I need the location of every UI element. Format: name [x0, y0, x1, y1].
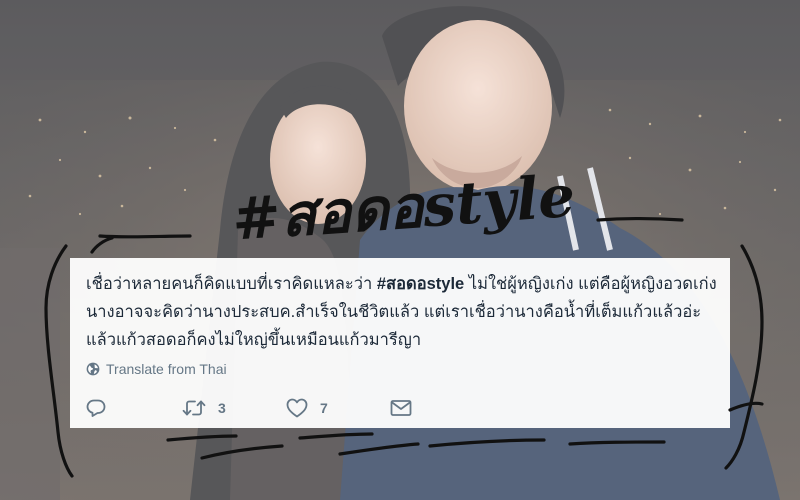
globe-icon: [86, 362, 100, 376]
retweet-icon: [182, 399, 206, 417]
tweet-card: เชื่อว่าหลายคนก็คิดแบบที่เราคิดแหละว่า #…: [70, 258, 730, 428]
like-button[interactable]: 7: [286, 398, 390, 418]
reply-button[interactable]: [86, 399, 182, 417]
retweet-count: 3: [218, 400, 226, 416]
translate-link[interactable]: Translate from Thai: [86, 361, 227, 377]
tweet-text-intro: เชื่อว่าหลายคนก็คิดแบบที่เราคิดแหละว่า: [86, 275, 377, 293]
hashtag-link[interactable]: #สอดอstyle: [377, 275, 464, 293]
reply-icon: [86, 399, 106, 417]
tweet-action-bar: 3 7: [86, 398, 430, 418]
screenshot-stage: เชื่อว่าหลายคนก็คิดแบบที่เราคิดแหละว่า #…: [0, 0, 800, 500]
translate-label: Translate from Thai: [106, 361, 227, 377]
tweet-text: เชื่อว่าหลายคนก็คิดแบบที่เราคิดแหละว่า #…: [86, 270, 726, 354]
direct-message-button[interactable]: [390, 399, 430, 417]
like-count: 7: [320, 400, 328, 416]
retweet-button[interactable]: 3: [182, 399, 286, 417]
envelope-icon: [390, 399, 412, 417]
heart-icon: [286, 398, 308, 418]
